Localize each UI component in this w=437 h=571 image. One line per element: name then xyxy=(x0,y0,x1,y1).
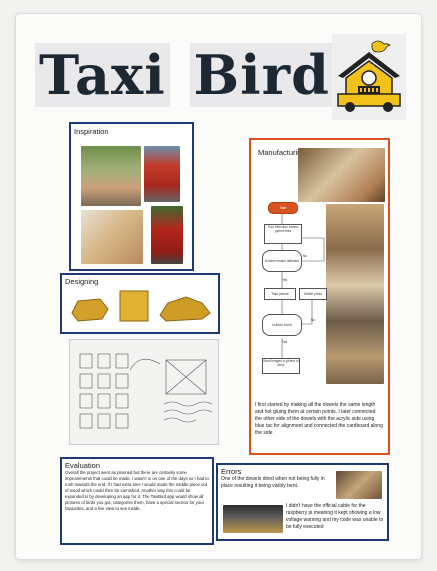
design-renders xyxy=(71,290,211,322)
flow-decision-bird: Is there a bird xyxy=(262,314,302,336)
errors-photo-dowel xyxy=(336,471,382,499)
taxi-house-icon xyxy=(332,34,406,120)
evaluation-panel: Evaluation Overall the project went as p… xyxy=(60,457,214,545)
inspiration-panel: Inspiration xyxy=(69,122,194,271)
errors-text-dowel: One of the dowels dried when not being f… xyxy=(221,476,325,489)
errors-photo-terminal xyxy=(223,505,283,533)
title-word-taxi: Taxi xyxy=(35,43,170,107)
flow-delete-photo: Delete photo xyxy=(299,288,327,300)
evaluation-text: Overall the project went as planned but … xyxy=(65,470,209,511)
flow-step-detection: Turn detection sensor python files xyxy=(264,224,302,244)
sketch-drawing xyxy=(79,353,213,429)
title-word-bird: Bird xyxy=(189,43,334,107)
flow-take-picture: Take picture xyxy=(264,288,296,300)
manufacturing-photo-top xyxy=(298,148,385,202)
inspiration-heading: Inspiration xyxy=(74,127,109,136)
errors-text-cable: I didn't have the official cable for the… xyxy=(286,503,384,530)
inspiration-photo-postbox xyxy=(151,206,183,264)
flow-send-images: Send images to phone or drive xyxy=(262,358,300,374)
flow-start: Start xyxy=(268,202,298,214)
flow-label-no2: No xyxy=(311,318,316,322)
designing-panel: Designing xyxy=(60,273,220,334)
flow-decision-motion: Is there motion detected xyxy=(262,250,302,272)
inspiration-photo-wooden-house xyxy=(81,210,143,264)
poster-title: Taxi Bird xyxy=(35,43,334,107)
manufacturing-text: I first started by making all the dowels… xyxy=(255,402,383,436)
flow-label-yes1: Yes xyxy=(282,278,288,282)
design-sketches xyxy=(69,339,219,445)
evaluation-heading: Evaluation xyxy=(65,461,101,470)
inspiration-photo-bus xyxy=(144,146,180,202)
manufacturing-panel: Manufacturing Start Turn detection senso… xyxy=(249,138,390,455)
errors-panel: Errors One of the dowels dried when not … xyxy=(216,463,389,541)
errors-heading: Errors xyxy=(221,467,242,476)
flow-label-yes2: Yes xyxy=(282,340,288,344)
flow-label-no1: No xyxy=(303,254,308,258)
inspiration-photo-birdhouse xyxy=(81,146,141,206)
manufacturing-photo-side xyxy=(326,204,384,384)
